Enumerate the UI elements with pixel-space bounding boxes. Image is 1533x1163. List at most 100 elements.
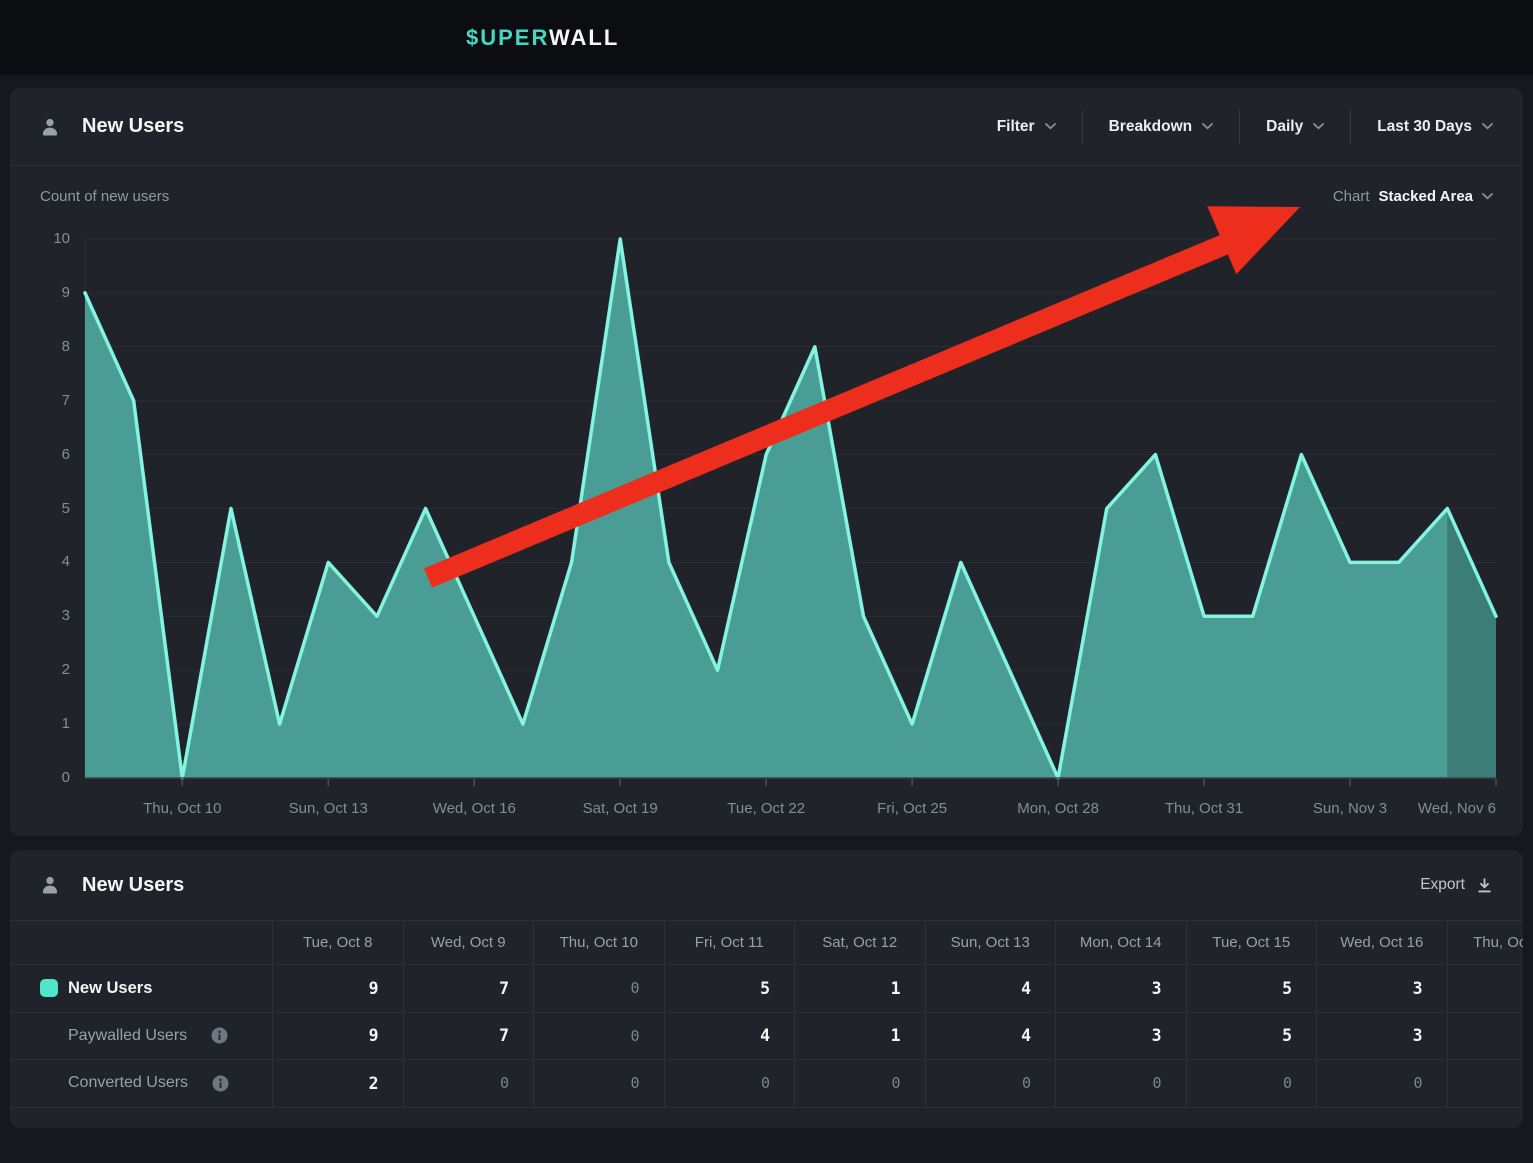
y-axis-label: 8 (34, 337, 70, 357)
table-value-cell: 9 (272, 1012, 403, 1060)
table-value-cell: 5 (664, 964, 795, 1012)
y-axis-label: 3 (34, 606, 70, 626)
table-value-cell: 0 (533, 1012, 664, 1060)
x-axis-label: Thu, Oct 10 (143, 800, 221, 817)
chart-y-axis: 012345678910 (34, 239, 70, 778)
person-icon (40, 117, 60, 137)
series-color-swatch (40, 979, 58, 997)
table-value-cell: 5 (1186, 1012, 1317, 1060)
chart-subtitle: Count of new users (40, 188, 169, 205)
table-column-header: Tue, Oct 8 (272, 920, 403, 964)
table-column-header: Thu, Oct 17 (1447, 920, 1524, 964)
chevron-down-icon (1482, 123, 1493, 130)
table-column-header: Wed, Oct 9 (403, 920, 534, 964)
row-label-text: Paywalled Users (68, 1027, 187, 1045)
table-column-header: Sat, Oct 12 (794, 920, 925, 964)
y-axis-label: 4 (34, 552, 70, 572)
top-navigation-bar: $UPERWALL (0, 0, 1533, 75)
new-users-table-card: New Users Export Tue, Oct 8Wed, Oct 9Thu… (10, 850, 1523, 1128)
x-axis-label: Wed, Nov 6 (1418, 800, 1496, 817)
row-label-text: New Users (68, 979, 152, 998)
chart-controls: Filter Breakdown Daily Last 30 Days (971, 110, 1493, 144)
table-column-header: Tue, Oct 15 (1186, 920, 1317, 964)
table-row-label: Converted Users (10, 1059, 272, 1107)
table-value-cell: 7 (403, 964, 534, 1012)
table-value-cell: 0 (1055, 1059, 1186, 1107)
table-value-cell: 3 (1316, 1012, 1447, 1060)
table-column-header: Mon, Oct 14 (1055, 920, 1186, 964)
table-card-title: New Users (82, 874, 184, 897)
superwall-logo: $UPERWALL (466, 0, 619, 75)
info-icon[interactable] (212, 1075, 229, 1092)
breakdown-dropdown[interactable]: Breakdown (1083, 118, 1240, 136)
x-axis-label: Sun, Oct 13 (289, 800, 368, 817)
interval-dropdown[interactable]: Daily (1240, 118, 1350, 136)
chart-subtitle-row: Count of new users Chart Stacked Area (40, 184, 1493, 208)
table-value-cell: 4 (664, 1012, 795, 1060)
table-value-cell: 5 (1186, 964, 1317, 1012)
table-value-cell: 3 (1316, 964, 1447, 1012)
table-value-cell: 1 (794, 1012, 925, 1060)
table-value-cell (1447, 964, 1524, 1012)
y-axis-label: 9 (34, 283, 70, 303)
table-value-cell: 4 (925, 964, 1056, 1012)
table-column-header: Wed, Oct 16 (1316, 920, 1447, 964)
x-axis-label: Thu, Oct 31 (1165, 800, 1243, 817)
export-button[interactable]: Export (1420, 876, 1493, 894)
chart-card-header: New Users Filter Breakdown Daily Last 30… (10, 88, 1523, 166)
chevron-down-icon (1202, 123, 1213, 130)
table-card-header: New Users Export (10, 850, 1523, 920)
x-axis-label: Tue, Oct 22 (727, 800, 805, 817)
person-icon (40, 875, 60, 895)
chart-x-axis: Thu, Oct 10 Sun, Oct 13 Wed, Oct 16 Sat, Oc… (85, 800, 1496, 820)
y-axis-label: 10 (34, 229, 70, 249)
metrics-table: Tue, Oct 8Wed, Oct 9Thu, Oct 10Fri, Oct … (10, 920, 1523, 1108)
table-value-cell: 0 (533, 964, 664, 1012)
table-value-cell (1447, 1012, 1524, 1060)
table-value-cell: 3 (1055, 1012, 1186, 1060)
table-value-cell: 0 (1316, 1059, 1447, 1107)
chart-type-dropdown[interactable]: Chart Stacked Area (1333, 188, 1493, 205)
y-axis-label: 6 (34, 445, 70, 465)
table-row-label: Paywalled Users (10, 1012, 272, 1060)
y-axis-label: 5 (34, 499, 70, 519)
y-axis-label: 0 (34, 768, 70, 788)
x-axis-label: Sat, Oct 19 (583, 800, 658, 817)
info-icon[interactable] (211, 1027, 228, 1044)
table-value-cell: 0 (403, 1059, 534, 1107)
table-value-cell: 0 (925, 1059, 1056, 1107)
table-value-cell: 3 (1055, 964, 1186, 1012)
table-column-header: Sun, Oct 13 (925, 920, 1056, 964)
chart-card-title: New Users (82, 115, 184, 138)
chart-type-value: Stacked Area (1379, 188, 1474, 205)
x-axis-label: Fri, Oct 25 (877, 800, 947, 817)
y-axis-label: 1 (34, 714, 70, 734)
chevron-down-icon (1313, 123, 1324, 130)
table-value-cell: 0 (664, 1059, 795, 1107)
y-axis-label: 2 (34, 660, 70, 680)
area-fill-current-period (1447, 509, 1496, 779)
x-axis-label: Wed, Oct 16 (433, 800, 516, 817)
y-axis-label: 7 (34, 391, 70, 411)
table-value-cell: 2 (272, 1059, 403, 1107)
chart-type-label: Chart (1333, 188, 1370, 205)
logo-text-white: WALL (549, 25, 619, 50)
filter-dropdown[interactable]: Filter (971, 118, 1082, 136)
row-label-text: Converted Users (68, 1074, 188, 1092)
table-value-cell: 9 (272, 964, 403, 1012)
download-icon (1476, 877, 1493, 894)
new-users-chart-card: New Users Filter Breakdown Daily Last 30… (10, 88, 1523, 836)
date-range-dropdown[interactable]: Last 30 Days (1351, 118, 1493, 136)
chevron-down-icon (1045, 123, 1056, 130)
table-value-cell: 0 (533, 1059, 664, 1107)
chevron-down-icon (1482, 193, 1493, 200)
table-corner-cell (10, 920, 272, 964)
table-value-cell: 0 (794, 1059, 925, 1107)
table-column-header: Thu, Oct 10 (533, 920, 664, 964)
x-axis-label: Mon, Oct 28 (1017, 800, 1099, 817)
x-axis-label: Sun, Nov 3 (1313, 800, 1387, 817)
table-value-cell (1447, 1059, 1524, 1107)
table-value-cell: 0 (1186, 1059, 1317, 1107)
table-column-header: Fri, Oct 11 (664, 920, 795, 964)
table-row-label: New Users (10, 964, 272, 1012)
